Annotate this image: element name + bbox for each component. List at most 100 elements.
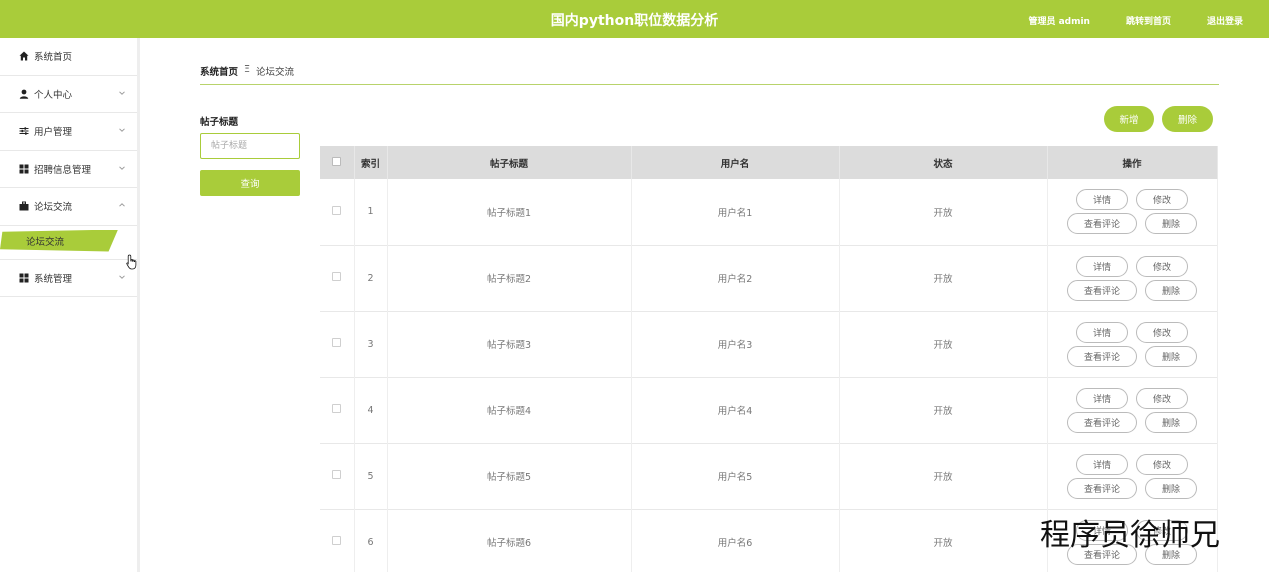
logout-link[interactable]: 退出登录 bbox=[1207, 14, 1243, 27]
edit-button[interactable]: 修改 bbox=[1136, 189, 1188, 211]
sidebar-item-label: 系统管理 bbox=[34, 273, 73, 285]
row-select-cell[interactable] bbox=[320, 311, 355, 377]
cell-index: 3 bbox=[354, 311, 388, 377]
column-header-title: 帖子标题 bbox=[387, 146, 632, 179]
cell-status: 开放 bbox=[839, 311, 1048, 377]
table-row: 2 帖子标题2 用户名2 开放 详情 修改 查看评论 删除 bbox=[320, 245, 1218, 311]
cell-username: 用户名1 bbox=[631, 179, 840, 245]
detail-button[interactable]: 详情 bbox=[1076, 387, 1128, 409]
detail-button[interactable]: 详情 bbox=[1076, 189, 1128, 211]
action-group: 详情 修改 查看评论 删除 bbox=[1048, 387, 1217, 433]
edit-button[interactable]: 修改 bbox=[1136, 453, 1188, 475]
grid-icon bbox=[18, 163, 29, 174]
detail-button[interactable]: 详情 bbox=[1076, 453, 1128, 475]
row-checkbox[interactable] bbox=[332, 536, 342, 545]
action-group: 详情 修改 查看评论 删除 bbox=[1048, 255, 1217, 301]
cell-title: 帖子标题1 bbox=[387, 179, 632, 245]
sidebar-item-user-management[interactable]: 用户管理 bbox=[0, 113, 137, 151]
select-all-cell[interactable] bbox=[320, 146, 355, 179]
column-header-username: 用户名 bbox=[631, 146, 840, 179]
row-checkbox[interactable] bbox=[332, 272, 342, 281]
breadcrumb-separator: Ξ bbox=[244, 64, 251, 75]
cell-actions: 详情 修改 查看评论 删除 bbox=[1047, 443, 1218, 509]
edit-button[interactable]: 修改 bbox=[1136, 321, 1188, 343]
sidebar-item-label: 系统首页 bbox=[34, 52, 73, 64]
detail-button[interactable]: 详情 bbox=[1076, 255, 1128, 277]
edit-button[interactable]: 修改 bbox=[1136, 387, 1188, 409]
top-header: 国内python职位数据分析 管理员 admin 跳转到首页 退出登录 bbox=[0, 0, 1269, 38]
detail-button[interactable]: 详情 bbox=[1076, 321, 1128, 343]
add-button[interactable]: 新增 bbox=[1104, 106, 1154, 132]
row-select-cell[interactable] bbox=[320, 377, 355, 443]
action-group: 详情 修改 查看评论 删除 bbox=[1048, 453, 1217, 499]
cell-actions: 详情 修改 查看评论 删除 bbox=[1047, 245, 1218, 311]
sliders-icon bbox=[18, 126, 29, 137]
cell-index: 1 bbox=[354, 179, 388, 245]
delete-row-button[interactable]: 删除 bbox=[1145, 345, 1197, 367]
row-select-cell[interactable] bbox=[320, 179, 355, 245]
row-checkbox[interactable] bbox=[332, 338, 342, 347]
table-row: 3 帖子标题3 用户名3 开放 详情 修改 查看评论 删除 bbox=[320, 311, 1218, 377]
action-row-1: 详情 修改 bbox=[1076, 189, 1188, 211]
grid-icon bbox=[18, 272, 29, 283]
delete-row-button[interactable]: 删除 bbox=[1145, 279, 1197, 301]
row-checkbox[interactable] bbox=[332, 470, 342, 479]
sidebar-item-forum[interactable]: 论坛交流 bbox=[0, 188, 137, 226]
cell-status: 开放 bbox=[839, 377, 1048, 443]
delete-row-button[interactable]: 删除 bbox=[1145, 477, 1197, 499]
row-checkbox[interactable] bbox=[332, 404, 342, 413]
row-select-cell[interactable] bbox=[320, 443, 355, 509]
sidebar-item-label: 论坛交流 bbox=[34, 202, 73, 214]
cell-status: 开放 bbox=[839, 443, 1048, 509]
select-all-checkbox[interactable] bbox=[332, 156, 342, 166]
search-button[interactable]: 查询 bbox=[200, 170, 300, 196]
table-row: 5 帖子标题5 用户名5 开放 详情 修改 查看评论 删除 bbox=[320, 443, 1218, 509]
sidebar-item-home[interactable]: 系统首页 bbox=[0, 38, 137, 76]
sidebar-item-recruitment-management[interactable]: 招聘信息管理 bbox=[0, 151, 137, 188]
action-row-1: 详情 修改 bbox=[1076, 453, 1188, 475]
chevron-down-icon bbox=[117, 88, 127, 98]
delete-row-button[interactable]: 删除 bbox=[1145, 213, 1197, 235]
cell-status: 开放 bbox=[839, 245, 1048, 311]
view-comments-button[interactable]: 查看评论 bbox=[1067, 345, 1137, 367]
hand-cursor-icon bbox=[126, 254, 138, 270]
watermark-text: 程序员徐师兄 bbox=[1040, 518, 1220, 553]
table-row: 4 帖子标题4 用户名4 开放 详情 修改 查看评论 删除 bbox=[320, 377, 1218, 443]
user-icon bbox=[18, 88, 29, 99]
row-select-cell[interactable] bbox=[320, 509, 355, 572]
front-page-link[interactable]: 跳转到首页 bbox=[1126, 14, 1171, 27]
cell-index: 2 bbox=[354, 245, 388, 311]
table-row: 1 帖子标题1 用户名1 开放 详情 修改 查看评论 删除 bbox=[320, 179, 1218, 245]
cell-title: 帖子标题3 bbox=[387, 311, 632, 377]
view-comments-button[interactable]: 查看评论 bbox=[1067, 477, 1137, 499]
chevron-down-icon bbox=[117, 125, 127, 135]
cell-actions: 详情 修改 查看评论 删除 bbox=[1047, 377, 1218, 443]
cell-actions: 详情 修改 查看评论 删除 bbox=[1047, 179, 1218, 245]
delete-row-button[interactable]: 删除 bbox=[1145, 411, 1197, 433]
table-header-row: 索引 帖子标题 用户名 状态 操作 bbox=[320, 146, 1218, 179]
sidebar-subitem-label: 论坛交流 bbox=[26, 236, 65, 248]
view-comments-button[interactable]: 查看评论 bbox=[1067, 279, 1137, 301]
view-comments-button[interactable]: 查看评论 bbox=[1067, 213, 1137, 235]
admin-label[interactable]: 管理员 admin bbox=[1028, 14, 1090, 27]
breadcrumb-current: 论坛交流 bbox=[256, 67, 295, 78]
cell-title: 帖子标题5 bbox=[387, 443, 632, 509]
cell-title: 帖子标题4 bbox=[387, 377, 632, 443]
cell-index: 5 bbox=[354, 443, 388, 509]
action-group: 详情 修改 查看评论 删除 bbox=[1048, 189, 1217, 235]
breadcrumb-home[interactable]: 系统首页 bbox=[200, 64, 238, 78]
row-checkbox[interactable] bbox=[332, 205, 342, 215]
cell-actions: 详情 修改 查看评论 删除 bbox=[1047, 311, 1218, 377]
edit-button[interactable]: 修改 bbox=[1136, 255, 1188, 277]
batch-delete-button[interactable]: 删除 bbox=[1162, 106, 1213, 132]
sidebar-item-personal-center[interactable]: 个人中心 bbox=[0, 76, 137, 113]
column-header-status: 状态 bbox=[839, 146, 1048, 179]
filter-title-label: 帖子标题 bbox=[200, 117, 239, 128]
post-title-search-input[interactable] bbox=[200, 133, 300, 159]
view-comments-button[interactable]: 查看评论 bbox=[1067, 411, 1137, 433]
sidebar-item-system-management[interactable]: 系统管理 bbox=[0, 260, 137, 297]
action-row-2: 查看评论 删除 bbox=[1067, 279, 1197, 301]
sidebar-subitem-forum[interactable]: 论坛交流 bbox=[0, 226, 137, 260]
row-select-cell[interactable] bbox=[320, 245, 355, 311]
cell-username: 用户名4 bbox=[631, 377, 840, 443]
